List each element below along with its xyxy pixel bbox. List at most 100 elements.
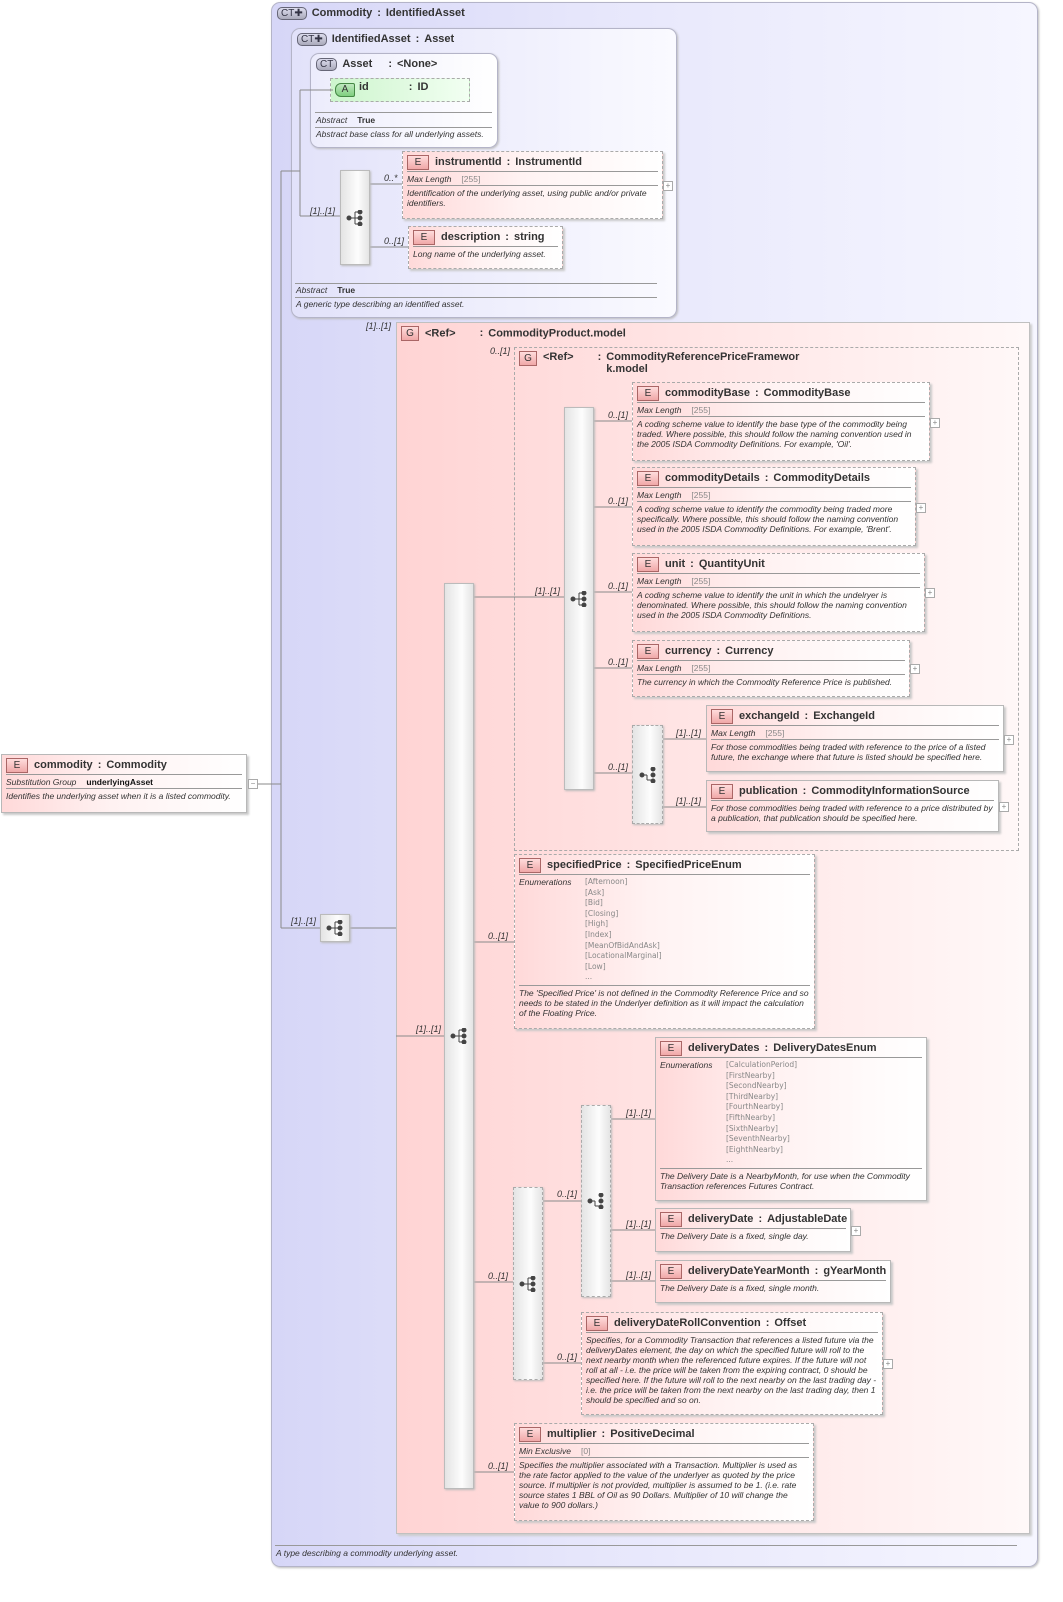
cardinality-label: [1]..[1]	[535, 586, 561, 596]
element-type: Currency	[725, 645, 774, 657]
expand-icon[interactable]: +	[925, 588, 935, 598]
element-header: EdeliveryDates: DeliveryDatesEnum	[660, 1040, 922, 1058]
separator: :	[764, 472, 769, 484]
element-doc: Long name of the underlying asset.	[413, 249, 546, 259]
element-deliveryDateYearMonth[interactable]: EdeliveryDateYearMonth: gYearMonth The Del…	[655, 1260, 891, 1303]
element-header: Emultiplier: PositiveDecimal	[519, 1426, 809, 1444]
element-publication[interactable]: Epublication: CommodityInformationSource F…	[706, 780, 999, 832]
separator: :	[764, 1042, 769, 1054]
separator: :	[505, 231, 509, 243]
facet-value: [255]	[765, 728, 785, 738]
element-icon: E	[711, 783, 733, 799]
separator: :	[506, 156, 511, 168]
element-deliveryDate[interactable]: EdeliveryDate: AdjustableDate The Delivery…	[655, 1208, 851, 1252]
cardinality-label: 0..[1]	[608, 581, 629, 591]
cardinality-label: 0..[1]	[490, 346, 511, 356]
separator: :	[754, 387, 759, 399]
element-doc: A coding scheme value to identify the un…	[637, 590, 907, 620]
sequence-icon	[570, 590, 587, 607]
enum-value: [FourthNearby]	[726, 1102, 784, 1112]
expand-icon[interactable]: +	[916, 503, 926, 513]
enum-value: [SixthNearby]	[726, 1123, 778, 1133]
sequence-icon	[519, 1275, 536, 1292]
element-type: CommodityInformationSource	[811, 785, 970, 797]
enumerations: Enumerations [CalculationPeriod] [FirstNea…	[660, 1060, 922, 1169]
element-type: string	[513, 231, 545, 243]
sequence-identified-asset[interactable]	[340, 170, 370, 265]
element-type: QuantityUnit	[698, 558, 765, 570]
facet-row: Max Length [255]	[711, 728, 999, 740]
element-unit[interactable]: Eunit: QuantityUnit Max Length [255] A codin…	[632, 553, 925, 632]
choice-delivery-dates[interactable]	[581, 1105, 611, 1297]
element-doc: Specifies, for a Commodity Transaction t…	[586, 1335, 877, 1405]
element-commodityBase[interactable]: EcommodityBase: CommodityBase Max Length [2…	[632, 382, 930, 461]
expand-icon[interactable]: +	[851, 1226, 861, 1236]
element-name: commodityDetails	[665, 472, 760, 484]
enum-value: [High]	[585, 919, 609, 929]
cardinality-label: 0..[1]	[608, 496, 629, 506]
cardinality-label: 0..[1]	[384, 236, 405, 246]
element-type: Offset	[774, 1317, 807, 1329]
facet-label: Max Length	[711, 728, 756, 738]
separator: :	[690, 558, 694, 570]
element-header: Ecommodity: Commodity	[6, 757, 242, 775]
element-currency[interactable]: Ecurrency: Currency Max Length [255] The cur…	[632, 640, 910, 697]
element-name: deliveryDate	[688, 1213, 754, 1225]
element-commodityDetails[interactable]: EcommodityDetails: CommodityDetails Max Le…	[632, 467, 916, 546]
separator: :	[97, 759, 102, 771]
cardinality-label: [1]..[1]	[626, 1270, 652, 1280]
element-name: description	[441, 231, 501, 243]
element-icon: E	[637, 470, 659, 486]
enumerations-label: Enumerations	[519, 877, 572, 887]
separator: :	[804, 710, 809, 722]
element-icon: E	[519, 857, 541, 873]
separator: :	[758, 1213, 763, 1225]
element-instrumentId[interactable]: EinstrumentId: InstrumentId Max Length [255…	[402, 151, 663, 219]
sequence-delivery[interactable]	[513, 1187, 543, 1380]
facet-row: Max Length [255]	[637, 663, 905, 675]
element-header: Eunit: QuantityUnit	[637, 556, 920, 574]
collapse-icon[interactable]: −	[248, 779, 258, 789]
sequence-reference-price[interactable]	[564, 407, 594, 790]
sequence-commodity-product[interactable]	[444, 583, 474, 1489]
element-icon: E	[413, 229, 435, 245]
facet-label: Min Exclusive	[519, 1446, 571, 1456]
expand-icon[interactable]: +	[999, 802, 1009, 812]
element-header: EcommodityBase: CommodityBase	[637, 385, 925, 403]
element-name: currency	[665, 645, 712, 657]
element-header: EdeliveryDateYearMonth: gYearMonth	[660, 1263, 886, 1281]
element-icon: E	[711, 708, 733, 724]
sequence-commodity[interactable]	[320, 914, 350, 942]
element-specifiedPrice[interactable]: EspecifiedPrice: SpecifiedPriceEnum Enumer…	[514, 854, 815, 1029]
choice-icon	[587, 1193, 604, 1209]
element-header: EspecifiedPrice: SpecifiedPriceEnum	[519, 857, 810, 875]
element-deliveryDateRollConvention[interactable]: EdeliveryDateRollConvention: Offset Specif…	[581, 1312, 883, 1415]
facet-row: Max Length [255]	[637, 405, 925, 417]
enum-value: ...	[726, 1155, 734, 1165]
element-description[interactable]: Edescription: string Long name of the unde…	[408, 226, 563, 269]
element-commodity[interactable]: Ecommodity: Commodity Substitution Group un…	[1, 754, 247, 813]
expand-icon[interactable]: +	[910, 664, 920, 674]
facet-value: [255]	[461, 174, 481, 184]
element-icon: E	[586, 1315, 608, 1331]
facet-value: [255]	[691, 405, 711, 415]
element-exchangeId[interactable]: EexchangeId: ExchangeId Max Length [255] For…	[706, 705, 1004, 772]
element-header: EdeliveryDate: AdjustableDate	[660, 1211, 847, 1229]
facet-row: Max Length [255]	[407, 174, 658, 186]
enum-value: ...	[585, 972, 593, 982]
element-type: PositiveDecimal	[610, 1428, 695, 1440]
element-icon: E	[660, 1211, 682, 1227]
element-name: instrumentId	[435, 156, 502, 168]
facet-row: Max Length [255]	[637, 576, 920, 588]
element-deliveryDates[interactable]: EdeliveryDates: DeliveryDatesEnum Enumerat…	[655, 1037, 927, 1201]
separator: :	[601, 1428, 606, 1440]
expand-icon[interactable]: +	[663, 181, 673, 191]
expand-icon[interactable]: +	[1004, 735, 1014, 745]
element-multiplier[interactable]: Emultiplier: PositiveDecimal Min Exclusive…	[514, 1423, 814, 1521]
cardinality-label: 0..*	[384, 173, 398, 183]
element-header: EinstrumentId: InstrumentId	[407, 154, 658, 172]
expand-icon[interactable]: +	[930, 418, 940, 428]
choice-exchange-publication[interactable]	[632, 725, 663, 824]
element-icon: E	[519, 1426, 541, 1442]
expand-icon[interactable]: +	[883, 1359, 893, 1369]
